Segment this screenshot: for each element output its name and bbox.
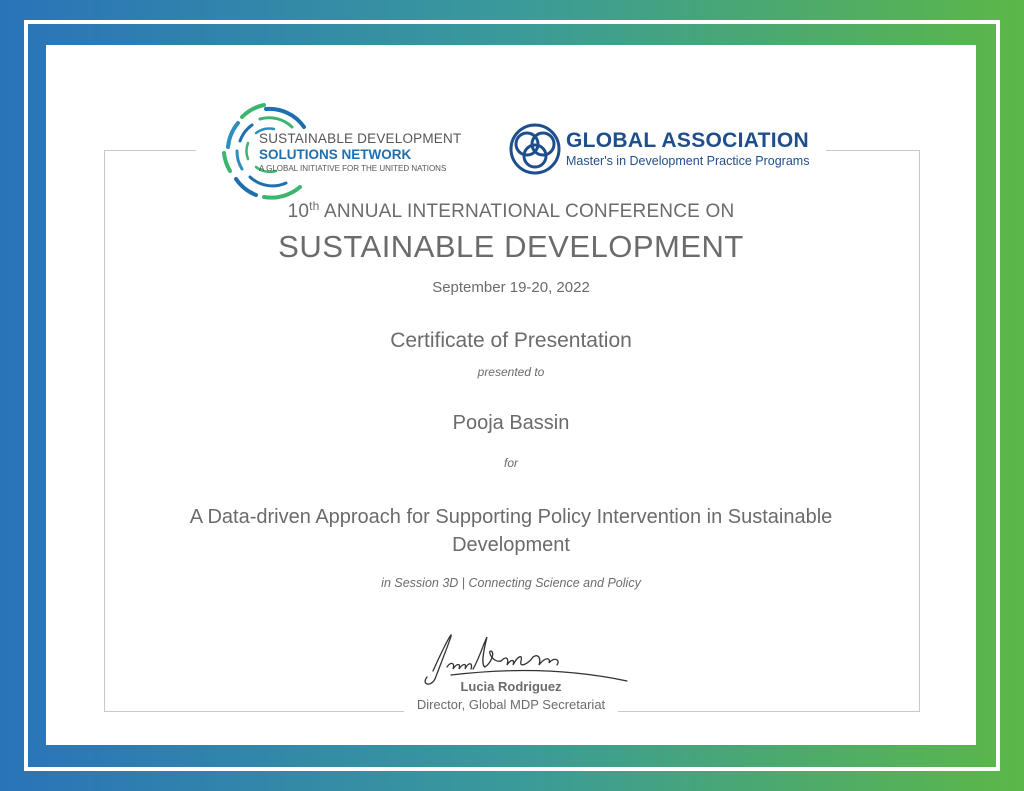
sdsn-line1: SUSTAINABLE DEVELOPMENT bbox=[259, 131, 462, 146]
conference-date: September 19-20, 2022 bbox=[432, 279, 590, 296]
recipient-name: Pooja Bassin bbox=[452, 412, 570, 434]
conference-line-text: ANNUAL INTERNATIONAL CONFERENCE ON bbox=[323, 201, 735, 222]
presented-to-label: presented to bbox=[477, 365, 545, 379]
interlocking-rings-icon bbox=[509, 123, 561, 175]
signatory-name: Lucia Rodriguez bbox=[460, 679, 562, 694]
conference-line: 10th ANNUAL INTERNATIONAL CONFERENCE ON bbox=[46, 199, 976, 223]
ga-subtitle: Master's in Development Practice Program… bbox=[566, 154, 810, 168]
for-label: for bbox=[503, 456, 518, 470]
session-info: in Session 3D | Connecting Science and P… bbox=[381, 576, 641, 590]
signatory-title: Director, Global MDP Secretariat bbox=[416, 697, 606, 712]
paper-title: A Data-driven Approach for Supporting Po… bbox=[189, 506, 833, 556]
ga-title: GLOBAL ASSOCIATION bbox=[566, 129, 810, 152]
sdsn-logo: SUSTAINABLE DEVELOPMENT SOLUTIONS NETWOR… bbox=[216, 97, 476, 207]
ordinal-number: 10 bbox=[287, 201, 310, 222]
sdsn-line3: A GLOBAL INITIATIVE FOR THE UNITED NATIO… bbox=[259, 164, 447, 173]
ordinal-suffix: th bbox=[309, 199, 320, 213]
global-association-logo: GLOBAL ASSOCIATION Master's in Developme… bbox=[508, 122, 818, 178]
sdsn-line2: SOLUTIONS NETWORK bbox=[259, 147, 412, 162]
certificate-card: SUSTAINABLE DEVELOPMENT SOLUTIONS NETWOR… bbox=[46, 45, 976, 745]
conference-title: SUSTAINABLE DEVELOPMENT bbox=[278, 229, 744, 264]
certificate-heading: Certificate of Presentation bbox=[390, 329, 632, 352]
